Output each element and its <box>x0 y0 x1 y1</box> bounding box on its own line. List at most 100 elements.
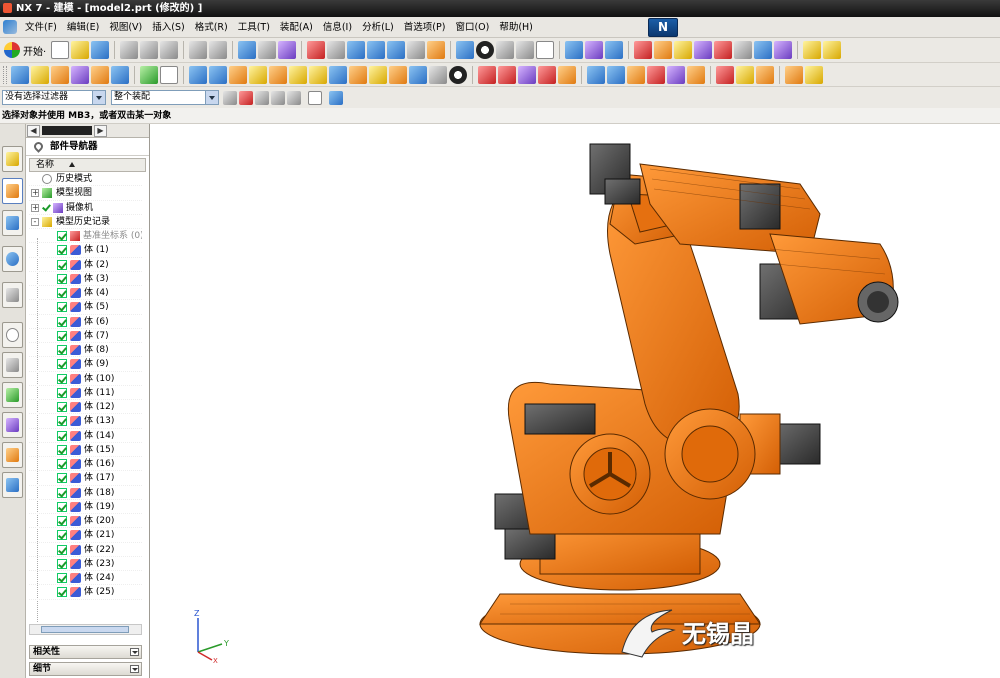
bounded-plane-icon[interactable] <box>627 65 645 84</box>
tree-item-body[interactable]: 体 (5) <box>29 300 142 315</box>
chamfer-icon[interactable] <box>269 65 287 84</box>
datum-plane-icon[interactable] <box>160 65 178 84</box>
open-file-icon[interactable] <box>71 41 90 59</box>
toolbar-grip[interactable] <box>3 65 7 84</box>
tree-item-body[interactable]: 体 (6) <box>29 315 142 329</box>
wcs-icon[interactable] <box>634 41 653 59</box>
sketch-icon[interactable] <box>11 65 29 84</box>
menu-preferences[interactable]: 首选项(P) <box>399 17 451 38</box>
fit-view-icon[interactable] <box>307 41 326 59</box>
tree-item-body[interactable]: 体 (24) <box>29 571 142 586</box>
menu-tools[interactable]: 工具(T) <box>233 17 275 38</box>
edge-blend-icon[interactable] <box>249 65 267 84</box>
rectangle-select-icon[interactable] <box>308 90 322 105</box>
save-wcs-icon[interactable] <box>734 41 753 59</box>
menu-file[interactable]: 文件(F) <box>20 17 62 38</box>
visibility-checkbox[interactable] <box>57 430 67 441</box>
visualization-tab[interactable] <box>2 382 23 408</box>
tree-item-body[interactable]: 体 (13) <box>29 414 142 429</box>
rotate-icon[interactable] <box>387 41 406 59</box>
reuse-library-tab[interactable] <box>2 282 23 308</box>
document-menu-icon[interactable] <box>3 20 17 34</box>
zoom-window-icon[interactable] <box>327 41 346 59</box>
tree-item-body[interactable]: 体 (12) <box>29 400 142 415</box>
header-scroll-thumb[interactable] <box>42 126 92 135</box>
sew-icon[interactable] <box>687 65 705 84</box>
n-sided-surface-icon[interactable] <box>667 65 685 84</box>
unite-icon[interactable] <box>189 65 207 84</box>
mirror-icon[interactable] <box>349 65 367 84</box>
redo-icon[interactable] <box>209 41 228 59</box>
collapse-icon[interactable]: - <box>31 217 39 226</box>
tree-item-body[interactable]: 体 (1) <box>29 243 142 258</box>
menu-format[interactable]: 格式(R) <box>190 17 233 38</box>
extrude-icon[interactable] <box>31 65 49 84</box>
tree-item-body[interactable]: 体 (16) <box>29 457 142 472</box>
visibility-checkbox[interactable] <box>57 416 67 427</box>
assembly-navigator-tab[interactable] <box>2 146 23 172</box>
part-navigator-tab[interactable] <box>2 178 23 204</box>
wcs-origin-icon[interactable] <box>654 41 673 59</box>
tree-item-body[interactable]: 体 (21) <box>29 528 142 543</box>
scroll-right-arrow-icon[interactable]: ▶ <box>94 125 107 137</box>
menu-view[interactable]: 视图(V) <box>104 17 147 38</box>
trim-body-icon[interactable] <box>369 65 387 84</box>
swept-surface-icon[interactable] <box>647 65 665 84</box>
menu-edit[interactable]: 编辑(E) <box>62 17 104 38</box>
chevron-down-icon[interactable] <box>130 665 139 673</box>
edge-display-icon[interactable] <box>516 41 535 59</box>
tree-item-history-mode[interactable]: 历史模式 <box>29 172 142 187</box>
visibility-checkbox[interactable] <box>57 359 67 370</box>
scroll-thumb[interactable] <box>41 626 129 633</box>
tree-item-body[interactable]: 体 (4) <box>29 286 142 301</box>
visibility-checkbox[interactable] <box>57 530 67 541</box>
tree-item-cameras[interactable]: + 摄像机 <box>29 201 142 215</box>
menu-information[interactable]: 信息(I) <box>318 17 357 38</box>
details-panel-header[interactable]: 细节 <box>29 662 142 676</box>
roles-tab[interactable] <box>2 442 23 468</box>
tree-item-model-views[interactable]: + 模型视图 <box>29 186 142 201</box>
tree-item-model-history[interactable]: - 模型历史记录 <box>29 215 142 229</box>
visibility-checkbox[interactable] <box>57 487 67 498</box>
intersect-icon[interactable] <box>229 65 247 84</box>
shell-icon[interactable] <box>289 65 307 84</box>
menu-window[interactable]: 窗口(O) <box>450 17 494 38</box>
selection-tool-icon[interactable] <box>278 41 297 59</box>
visibility-checkbox[interactable] <box>57 288 67 298</box>
tree-item-body[interactable]: 体 (2) <box>29 258 142 272</box>
boss-icon[interactable] <box>111 65 129 84</box>
cut-icon[interactable] <box>120 41 139 59</box>
chevron-down-icon[interactable] <box>205 91 218 104</box>
new-file-icon[interactable] <box>51 41 70 59</box>
menu-insert[interactable]: 插入(S) <box>147 17 189 38</box>
tree-item-body[interactable]: 体 (15) <box>29 443 142 457</box>
measure-distance-icon[interactable] <box>754 41 773 59</box>
sweep-icon[interactable] <box>71 65 89 84</box>
wcs-rotate-icon[interactable] <box>674 41 693 59</box>
wcs-orient-icon[interactable] <box>694 41 713 59</box>
layer-settings-icon[interactable] <box>585 41 604 59</box>
visibility-checkbox[interactable] <box>57 573 67 583</box>
tree-item-body[interactable]: 体 (7) <box>29 329 142 343</box>
menu-analysis[interactable]: 分析(L) <box>357 17 399 38</box>
synchronous-icon[interactable] <box>429 65 447 84</box>
type-filter-select[interactable]: 没有选择过滤器 <box>2 90 106 105</box>
select-edge-icon[interactable] <box>287 90 301 105</box>
sheet-metal-icon[interactable] <box>716 65 734 84</box>
measure-angle-icon[interactable] <box>774 41 793 59</box>
tree-item-body[interactable]: 体 (10) <box>29 372 142 386</box>
dependencies-panel-header[interactable]: 相关性 <box>29 645 142 659</box>
visibility-checkbox[interactable] <box>57 444 67 455</box>
repeat-command-icon[interactable] <box>238 41 257 59</box>
wcs-dynamic-icon[interactable] <box>714 41 733 59</box>
start-button[interactable]: 开始· <box>0 40 50 60</box>
graphics-window[interactable]: Z Y X 无锡晶 <box>150 124 1000 678</box>
constraint-navigator-tab[interactable] <box>2 210 23 236</box>
render-style-icon[interactable] <box>476 41 495 59</box>
shaded-icon[interactable] <box>496 41 515 59</box>
undo-icon[interactable] <box>189 41 208 59</box>
tree-item-body[interactable]: 体 (3) <box>29 272 142 286</box>
select-feature-icon[interactable] <box>255 90 269 105</box>
extract-geometry-icon[interactable] <box>805 65 823 84</box>
tree-item-datum-csys[interactable]: 基准坐标系 (0) <box>29 229 142 244</box>
